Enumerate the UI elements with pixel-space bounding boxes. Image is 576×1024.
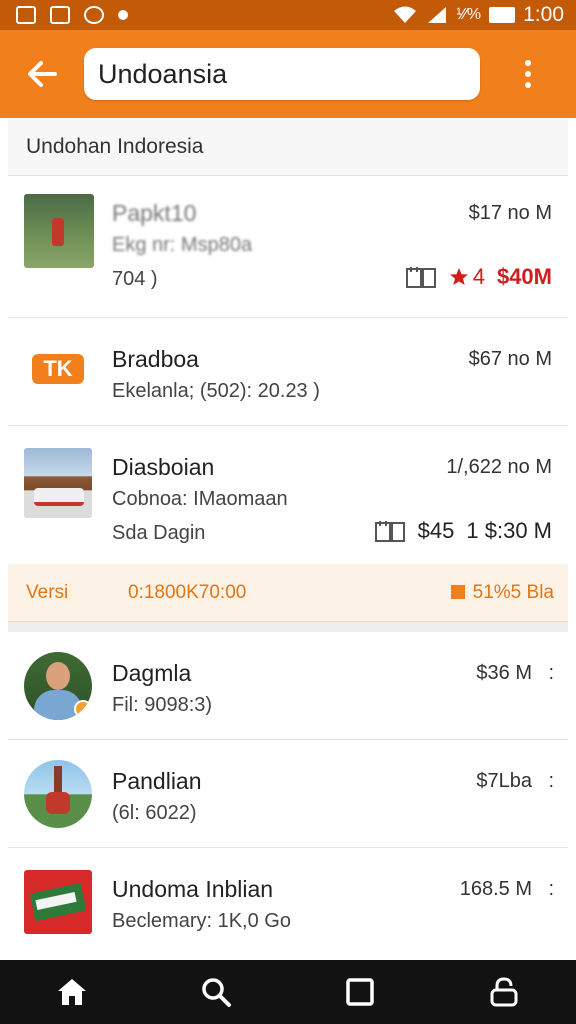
results-card: Undohan Indoresia Papkt10 Ekg nr: Msp80a… [8,118,568,956]
image-icon [16,6,36,24]
results-list: Undohan Indoresia Papkt10 Ekg nr: Msp80a… [0,118,576,960]
listing-meta: 704 ) [112,268,158,290]
section-header: Undohan Indoresia [8,118,568,176]
person-detail: Fil: 9098:3) [112,694,213,716]
listing-subtitle: Ekelanla; (502): 20.23 ) [112,380,320,402]
avatar [24,760,92,828]
more-options-button[interactable]: : [548,662,554,685]
square-icon [346,978,374,1006]
back-arrow-icon [28,61,57,87]
status-bar: ¹⁄⁄% 1:00 [0,0,576,30]
person-name: Pandlian [112,768,202,794]
listing-subtitle: Cobnoa: IMaomaan [112,488,288,510]
calendar-icon [405,267,436,288]
list-item[interactable]: Undoma Inblian Beclemary: 1K,0 Go 168.5 … [8,848,568,956]
list-item[interactable]: Dagmla Fil: 9098:3) $36 M : [8,632,568,740]
list-item[interactable]: Diasboian Cobnoa: IMaomaan Sda Dagin 1/,… [8,426,568,564]
document-icon [50,6,70,24]
listing-meta: Sda Dagin [112,522,206,544]
listing-subtitle: Ekg nr: Msp80a [112,234,253,256]
listing-title: Diasboian [112,454,215,480]
person-detail: Beclemary: 1K,0 Go [112,910,291,932]
listing-price: $67 no M [468,348,552,370]
listing-amount: $40M [496,264,552,289]
banner-status: 51%5 Bla [450,582,554,604]
list-item[interactable]: Papkt10 Ekg nr: Msp80a 704 ) $17 no M 4 … [8,176,568,318]
listing-amount-secondary: 1 $:30 M [466,518,552,543]
listing-thumbnail [24,870,92,934]
person-price: $7Lba [476,770,532,792]
person-price: 168.5 M [459,878,532,900]
listing-price: $17 no M [468,202,552,224]
more-options-button[interactable]: : [548,770,554,793]
person-price: $36 M [476,662,532,684]
version-banner[interactable]: Versi 0:1800K70:00 51%5 Bla [8,564,568,622]
settings-icon [84,6,104,24]
list-item[interactable]: Pandlian (6l: 6022) $7Lba : [8,740,568,848]
back-button[interactable] [0,30,84,118]
signal-icon [428,7,447,23]
listing-amount: $45 [417,518,455,543]
lock-icon [490,977,518,1007]
calendar-icon [374,521,405,542]
wifi-icon [394,6,417,23]
more-vert-icon[interactable] [480,30,576,118]
lock-button[interactable] [464,960,544,1024]
battery-icon [489,7,516,23]
banner-label: Versi [26,581,69,603]
search-icon [202,978,231,1007]
brand-logo: TK [28,344,88,394]
star-icon [449,268,468,285]
rating: 4 [449,264,485,290]
square-icon [450,585,465,600]
divider [8,622,568,632]
dot-icon [118,10,128,20]
app-bar: Undoansia [0,30,576,118]
listing-title: Papkt10 [112,200,197,226]
listing-title: Bradboa [112,346,199,372]
person-detail: (6l: 6022) [112,802,197,824]
bottom-nav [0,960,576,1024]
listing-price: 1/,622 no M [446,456,552,478]
home-icon [58,979,86,1005]
listing-thumbnail [24,448,92,518]
recents-button[interactable] [320,960,400,1024]
avatar [24,652,92,720]
list-item[interactable]: TK Bradboa Ekelanla; (502): 20.23 ) $67 … [8,318,568,426]
search-query: Undoansia [98,58,228,89]
banner-code: 0:1800K70:00 [128,581,247,603]
person-name: Undoma Inblian [112,876,274,902]
home-button[interactable] [32,960,112,1024]
person-name: Dagmla [112,660,192,686]
search-button[interactable] [176,960,256,1024]
more-options-button[interactable]: : [548,878,554,901]
clock: 1:00 [523,3,564,26]
battery-percent: ¹⁄⁄% [456,6,482,23]
listing-thumbnail [24,194,94,268]
search-input[interactable]: Undoansia [84,48,480,100]
